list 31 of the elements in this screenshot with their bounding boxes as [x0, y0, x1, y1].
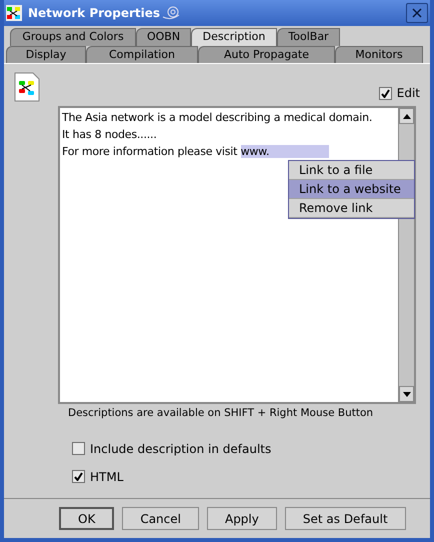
- swirl-icon: [162, 4, 180, 22]
- checkbox-label: Edit: [396, 85, 420, 102]
- tab[interactable]: Display: [6, 46, 86, 63]
- dialog-button[interactable]: Apply: [206, 507, 277, 530]
- up-arrow-icon: [402, 114, 410, 118]
- tab[interactable]: Description: [191, 28, 277, 46]
- down-arrow-icon: [402, 392, 410, 396]
- checkbox[interactable]: [378, 86, 392, 100]
- dialog-button[interactable]: Cancel: [122, 507, 199, 530]
- tab[interactable]: OOBN: [136, 28, 191, 46]
- checkbox[interactable]: [72, 442, 85, 456]
- menu-item[interactable]: Remove link: [289, 199, 414, 218]
- tab[interactable]: Compilation: [86, 46, 198, 63]
- tab[interactable]: Auto Propagate: [198, 46, 335, 63]
- check-icon: [380, 88, 390, 98]
- close-icon: [412, 8, 422, 18]
- window-title: Network Properties: [28, 5, 160, 22]
- document-icon: [14, 72, 40, 102]
- menu-item[interactable]: Link to a website: [289, 180, 414, 199]
- dialog-button[interactable]: OK: [59, 507, 114, 530]
- tab[interactable]: Groups and Colors: [10, 28, 136, 46]
- tab[interactable]: Monitors: [335, 46, 423, 63]
- network-icon: [6, 5, 22, 21]
- checkbox[interactable]: [72, 470, 85, 484]
- checkbox-label: HTML: [90, 468, 124, 486]
- hint-text: Descriptions are available on SHIFT + Right Mouse Button: [68, 406, 374, 421]
- close-button[interactable]: [406, 3, 428, 23]
- checkbox-label: Include description in defaults: [90, 440, 272, 458]
- tab[interactable]: ToolBar: [277, 28, 340, 46]
- dialog-button[interactable]: Set as Default: [284, 507, 406, 530]
- check-icon: [74, 472, 83, 482]
